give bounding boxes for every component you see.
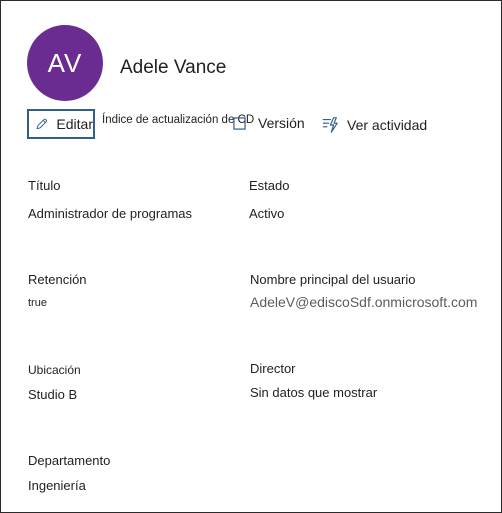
view-activity-label: Ver actividad bbox=[347, 117, 428, 133]
retention-label: Retención bbox=[28, 272, 87, 287]
cd-index-button[interactable]: Índice de actualización de CD bbox=[102, 114, 254, 126]
view-activity-button[interactable]: Ver actividad bbox=[321, 116, 427, 134]
version-button[interactable]: Versión bbox=[233, 115, 305, 131]
department-value: Ingeniería bbox=[28, 478, 86, 493]
title-label: Título bbox=[28, 178, 61, 193]
user-name: Adele Vance bbox=[120, 57, 227, 78]
cd-index-label: Índice de actualización de CD bbox=[102, 114, 255, 126]
avatar-initials: AV bbox=[47, 47, 83, 78]
location-label: Ubicación bbox=[28, 363, 81, 377]
director-value: Sin datos que mostrar bbox=[250, 385, 378, 400]
department-label: Departamento bbox=[28, 453, 111, 468]
profile-card: AV Adele Vance Editar Índice de actualiz… bbox=[0, 0, 502, 513]
pencil-icon bbox=[36, 118, 48, 130]
upn-label: Nombre principal del usuario bbox=[250, 272, 416, 287]
edit-button[interactable]: Editar bbox=[27, 109, 95, 139]
version-button-label: Versión bbox=[258, 115, 305, 131]
activity-icon bbox=[322, 117, 338, 133]
location-value: Studio B bbox=[28, 387, 78, 402]
avatar: AV bbox=[27, 25, 103, 101]
upn-value: AdeleV@ediscoSdf.onmicrosoft.com bbox=[250, 294, 478, 310]
retention-value: true bbox=[28, 297, 47, 309]
status-label: Estado bbox=[249, 178, 290, 193]
title-value: Administrador de programas bbox=[28, 206, 193, 221]
status-value: Activo bbox=[249, 206, 285, 221]
edit-button-label: Editar bbox=[56, 116, 93, 132]
square-icon bbox=[233, 116, 246, 130]
director-label: Director bbox=[250, 361, 296, 376]
